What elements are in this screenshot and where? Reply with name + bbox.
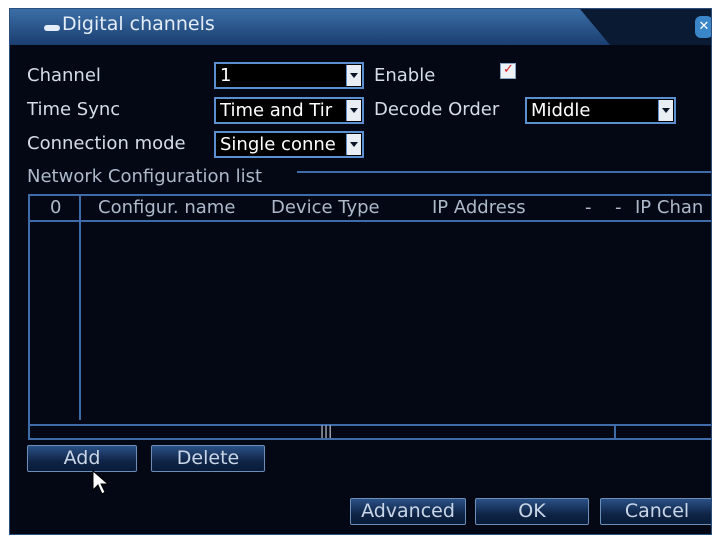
connection-mode-label: Connection mode [27,133,186,154]
time-sync-label: Time Sync [27,99,121,120]
network-config-table[interactable]: 0 Configur. name Device Type IP Address … [28,194,711,440]
column-divider [79,196,81,420]
digital-channels-window: Digital channels ✕ Channel 1 Enable ✓ Ti… [9,8,712,535]
scrollbar-thumb[interactable]: ||| [30,424,616,438]
checkmark-icon: ✓ [503,62,514,77]
cancel-button[interactable]: Cancel [600,498,711,525]
close-icon[interactable]: ✕ [695,16,711,38]
column-header-device-type: Device Type [271,197,380,218]
enable-label: Enable [374,65,436,86]
connection-mode-select[interactable]: Single conne [214,131,364,158]
time-sync-value: Time and Tir [220,100,333,121]
section-divider [297,171,711,173]
chevron-down-icon[interactable] [658,100,673,121]
table-header: 0 Configur. name Device Type IP Address … [30,196,711,222]
advanced-button[interactable]: Advanced [350,498,466,525]
column-header-ip-address: IP Address [432,197,526,218]
time-sync-select[interactable]: Time and Tir [214,97,364,124]
connection-mode-value: Single conne [220,134,336,155]
chevron-down-icon[interactable] [346,134,361,155]
network-config-list-label: Network Configuration list [27,166,263,187]
grip-icon: ||| [320,424,333,438]
decode-order-value: Middle [531,100,591,121]
window-title: Digital channels [62,13,215,35]
decode-order-select[interactable]: Middle [525,97,676,124]
chevron-down-icon[interactable] [346,65,361,86]
column-header-config-name: Configur. name [98,197,236,218]
ok-button[interactable]: OK [475,498,589,525]
channel-value: 1 [220,65,232,86]
column-header-dash: - [585,197,592,218]
chevron-down-icon[interactable] [346,100,361,121]
horizontal-scrollbar[interactable]: ||| [30,424,711,438]
channel-select[interactable]: 1 [214,62,364,89]
mouse-pointer-icon [92,470,110,495]
column-header-dash: - [615,197,622,218]
delete-button[interactable]: Delete [151,445,265,472]
enable-checkbox[interactable]: ✓ [500,62,516,79]
decode-order-label: Decode Order [374,99,500,120]
channel-label: Channel [27,65,101,86]
title-bar: Digital channels ✕ [10,9,711,45]
column-header-index: 0 [50,197,62,218]
column-header-ip-channel: IP Chan [635,197,704,218]
pill-icon [44,25,60,31]
add-button[interactable]: Add [27,445,137,472]
